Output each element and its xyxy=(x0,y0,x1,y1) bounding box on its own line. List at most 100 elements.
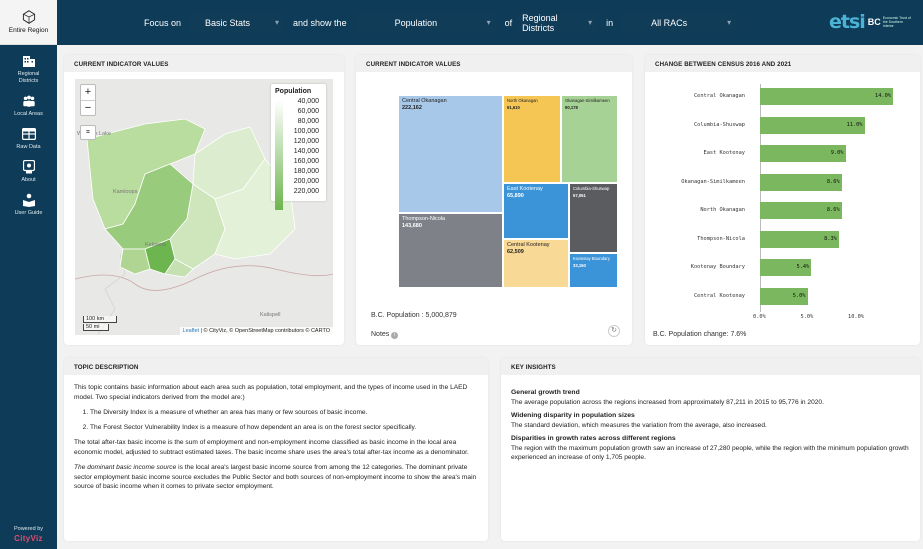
treemap-cell[interactable]: North Okanagan 91,610 xyxy=(503,95,561,183)
bc-population-label: B.C. Population : 5,000,879 xyxy=(371,312,457,319)
town-label: Kamloops xyxy=(113,189,138,195)
legend-label: 100,000 xyxy=(293,128,319,135)
treemap-cell[interactable]: Thompson-Nicola 143,680 xyxy=(398,213,503,288)
map-scale: 100 km 50 mi xyxy=(83,315,117,331)
topic-card-title: TOPIC DESCRIPTION xyxy=(64,358,488,375)
treemap-cell[interactable]: Kootenay Boundary 33,150 xyxy=(569,253,618,288)
topic-list-item: The Forest Sector Vulnerability Index is… xyxy=(90,423,478,433)
leaflet-link[interactable]: Leaflet xyxy=(183,328,200,334)
insight-body: The average population across the region… xyxy=(511,398,824,406)
zoom-out-button[interactable]: − xyxy=(81,100,95,115)
etsi-bc-logo: etsi BC Economic Trust of the Southern I… xyxy=(829,11,917,33)
treemap-cell-value: 91,610 xyxy=(507,104,520,110)
filter-bar: Focus on Basic Stats ▾ and show the Popu… xyxy=(57,0,923,45)
treemap-cell-value: 62,509 xyxy=(507,248,524,255)
people-icon xyxy=(22,94,36,108)
treemap-cell-name: Thompson-Nicola xyxy=(402,216,446,222)
legend-gradient xyxy=(275,100,283,210)
map-card-title: CURRENT INDICATOR VALUES xyxy=(64,55,344,72)
scale-mi: 50 mi xyxy=(83,324,109,331)
entire-region-button[interactable]: Entire Region xyxy=(0,0,57,45)
entire-region-label: Entire Region xyxy=(8,27,49,34)
insight-heading: Disparities in growth rates across diffe… xyxy=(511,435,676,442)
treemap-cell[interactable]: East Kootenay 65,890 xyxy=(503,183,569,239)
bar-category-label: Central Okanagan xyxy=(693,93,745,99)
bar-value-label: 14.0% xyxy=(875,93,891,99)
treemap-cell-value: 65,890 xyxy=(507,192,524,199)
legend-label: 120,000 xyxy=(293,138,319,145)
info-icon xyxy=(22,160,36,174)
bar-value-label: 11.0% xyxy=(846,121,863,128)
legend-title: Population xyxy=(275,88,312,95)
legend-label: 80,000 xyxy=(297,118,319,125)
topic-description-card: TOPIC DESCRIPTION This topic contains ba… xyxy=(64,358,488,541)
region-icon xyxy=(22,10,35,24)
zoom-in-button[interactable]: + xyxy=(81,85,95,100)
building-icon xyxy=(22,54,36,68)
chevron-down-icon: ▾ xyxy=(486,18,491,27)
map-legend: Population 40,000 60,000 80,000 100,000 … xyxy=(271,84,326,210)
bar-category-label: North Okanagan xyxy=(700,207,745,213)
indicator-select[interactable]: Population ▾ xyxy=(354,12,497,33)
sidebar-item-about[interactable]: About xyxy=(0,160,57,184)
treemap-cell[interactable]: Central Okanagan 222,162 xyxy=(398,95,503,213)
topic-select-value: Basic Stats xyxy=(205,17,251,28)
sidebar-item-regional-districts[interactable]: Regional Districts xyxy=(0,54,57,85)
logo-bc: BC xyxy=(867,17,881,27)
treemap-cell[interactable]: Central Kootenay 62,509 xyxy=(503,239,569,288)
attribution-text: | © CityViz, © OpenStreetMap contributor… xyxy=(199,328,330,334)
bar-value-label: 9.0% xyxy=(830,150,844,156)
insight-body: The region with the maximum population g… xyxy=(511,444,909,462)
treemap-cell-name: Columbia-Shuswap xyxy=(573,186,610,191)
rac-select[interactable]: All RACs ▾ xyxy=(621,12,738,33)
logo-tagline: Economic Trust of the Southern Interior xyxy=(882,16,911,28)
key-insights-card: KEY INSIGHTS General growth trend The av… xyxy=(501,358,920,541)
rac-select-value: All RACs xyxy=(651,17,688,28)
bar-value-label: 8.3% xyxy=(824,235,837,242)
cityviz-logo[interactable]: CityViz xyxy=(0,534,57,543)
sidebar-item-user-guide[interactable]: User Guide xyxy=(0,193,57,217)
focus-on-label: Focus on xyxy=(144,17,182,28)
insight-heading: General growth trend xyxy=(511,389,580,396)
bar-chart-title: CHANGE BETWEEN CENSUS 2016 AND 2021 xyxy=(645,55,920,72)
geography-select[interactable]: Regional Districts ▾ xyxy=(516,12,599,33)
x-tick-label: 0.0% xyxy=(753,314,766,320)
sidebar-item-raw-data[interactable]: Raw Data xyxy=(0,127,57,151)
topic-list-item: The Diversity Index is a measure of whet… xyxy=(90,408,478,418)
treemap-cell-name: North Okanagan xyxy=(507,98,538,103)
choropleth-map[interactable]: Williams Lake Kamloops Kelowna Kalispell… xyxy=(75,79,333,335)
chevron-down-icon: ▾ xyxy=(727,18,732,27)
chevron-down-icon: ▾ xyxy=(275,18,280,27)
treemap-card: CURRENT INDICATOR VALUES Central Okanaga… xyxy=(356,55,632,345)
treemap-cell[interactable]: Columbia-Shuswap 57,051 xyxy=(569,183,618,253)
topic-select[interactable]: Basic Stats ▾ xyxy=(189,12,286,33)
legend-label: 40,000 xyxy=(297,98,319,105)
zoom-control: + − xyxy=(80,84,96,116)
treemap-cell[interactable]: Okanagan-Similkameen 90,178 xyxy=(561,95,618,183)
town-label: Kalispell xyxy=(260,312,281,318)
legend-label: 160,000 xyxy=(293,158,319,165)
legend-label: 220,000 xyxy=(293,188,319,195)
topic-paragraph: The total after-tax basic income is the … xyxy=(74,439,469,456)
legend-label: 140,000 xyxy=(293,148,319,155)
x-tick-label: 5.0% xyxy=(800,314,814,320)
powered-by-label: Powered by xyxy=(13,526,44,532)
town-label: Kelowna xyxy=(145,242,167,248)
topic-paragraph: This topic contains basic information ab… xyxy=(74,384,468,401)
sidebar-item-local-areas[interactable]: Local Areas xyxy=(0,94,57,118)
sidebar: Entire Region Regional Districts Local A… xyxy=(0,0,57,549)
powered-by: Powered by CityViz xyxy=(0,526,57,543)
logo-text: etsi xyxy=(829,11,866,33)
notes-toggle[interactable]: Notes i xyxy=(371,331,399,339)
treemap-cell-name: Central Okanagan xyxy=(402,98,447,104)
insight-body: The standard deviation, which measures t… xyxy=(511,421,767,429)
legend-labels: 40,000 60,000 80,000 100,000 120,000 140… xyxy=(287,97,322,197)
fullscreen-button[interactable]: ⌗ xyxy=(80,125,96,140)
refresh-icon[interactable]: ↻ xyxy=(608,325,620,337)
bar-value-label: 5.0% xyxy=(792,292,806,299)
of-label: of xyxy=(504,17,513,28)
bar-category-label: Columbia-Shuswap xyxy=(693,121,745,128)
map-attribution: Leaflet | © CityViz, © OpenStreetMap con… xyxy=(179,327,333,335)
bar-value-label: 8.6% xyxy=(826,178,840,185)
treemap-cell-value: 143,680 xyxy=(402,222,422,229)
